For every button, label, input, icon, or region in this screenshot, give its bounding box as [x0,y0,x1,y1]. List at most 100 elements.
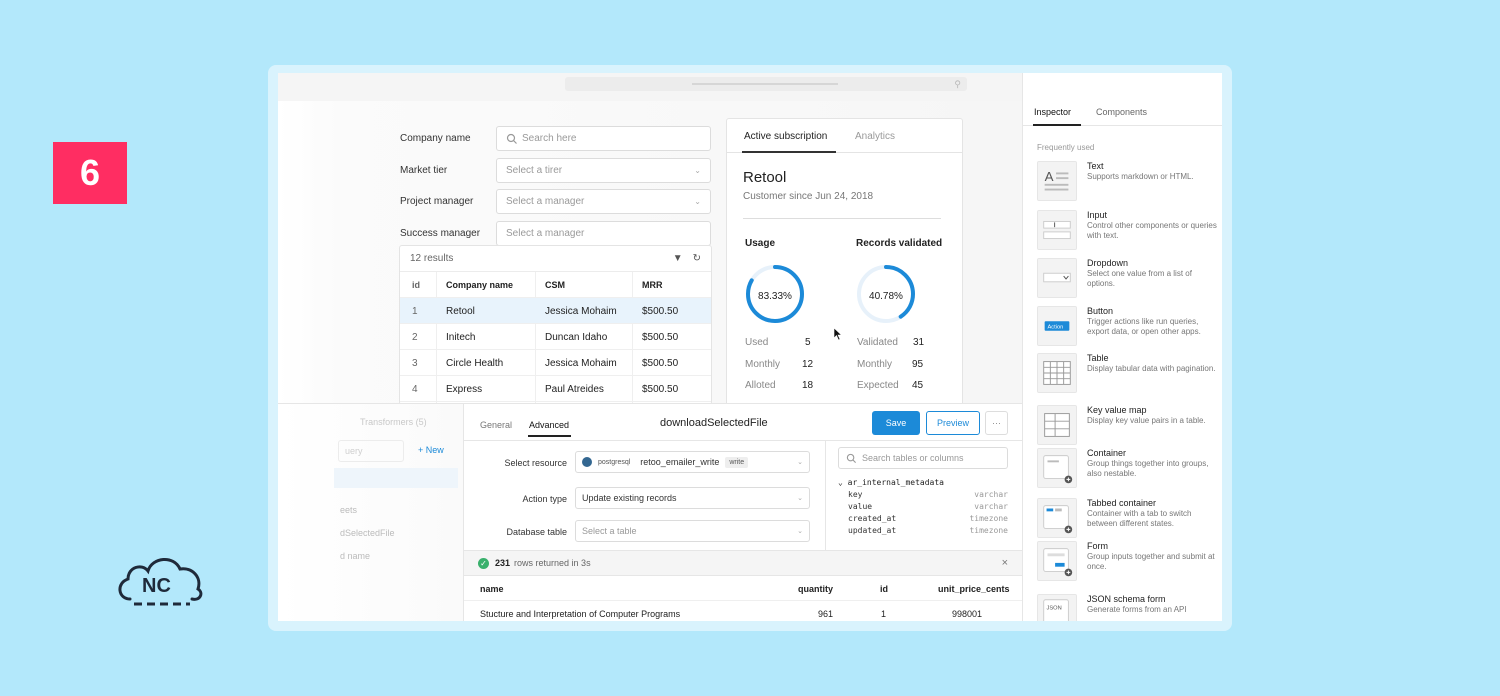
filter-icon[interactable]: ▼ [673,253,683,264]
cell-csm: Paul Atreides [545,384,604,395]
query-panel: Transformers (5) uery + New eets dSelect… [278,403,1022,621]
table-row[interactable]: 1 Retool Jessica Mohaim $500.50 [400,298,711,324]
more-options-button[interactable]: ··· [985,411,1008,435]
component-name: Button [1087,306,1114,316]
subscription-tabs: Active subscription Analytics [727,119,962,153]
text-component-icon: A [1037,161,1077,201]
component-desc: Group things together into groups, also … [1087,459,1209,478]
column-name: value [848,502,873,511]
stat-label: Alloted [745,380,776,391]
close-icon[interactable]: × [1002,557,1008,569]
success-manager-label: Success manager [400,228,481,239]
results-table: 12 results ▼ ↻ id Company name CSM MRR 1… [399,245,712,405]
url-bar[interactable]: ⚲ [565,77,967,91]
save-button[interactable]: Save [872,411,920,435]
stat-value: 31 [913,337,925,348]
resource-select[interactable]: postgresql retoo_emailer_write write ⌄ [575,451,810,473]
tab-advanced[interactable]: Advanced [529,420,569,430]
schema-search-placeholder: Search tables or columns [862,453,964,463]
query-list-item[interactable]: dSelectedFile [340,528,395,538]
selected-query-highlight[interactable] [334,468,458,488]
result-cell: Stucture and Interpretation of Computer … [480,609,681,619]
chevron-down-icon: ⌄ [694,166,701,175]
chevron-down-icon: ⌄ [694,197,701,206]
component-name: Container [1087,448,1127,458]
key-value-map-icon [1037,405,1077,445]
cell-company: Retool [446,306,475,317]
schema-column[interactable]: value varchar [838,502,1008,514]
result-cell: 998001 [952,609,983,619]
new-query-button[interactable]: + New [418,445,444,455]
table-row[interactable]: 2 Initech Duncan Idaho $500.50 [400,324,711,350]
column-header[interactable]: CSM [545,280,565,290]
tab-inspector[interactable]: Inspector [1034,107,1071,117]
table-header-row: id Company name CSM MRR [400,272,711,298]
component-button[interactable]: Action Button Trigger actions like run q… [1037,306,1217,350]
query-list-item[interactable]: d name [340,551,370,561]
component-form[interactable]: Form Group inputs together and submit at… [1037,541,1217,585]
result-cell: 1 [881,609,887,619]
tab-general[interactable]: General [480,420,512,430]
success-manager-select[interactable]: Select a manager [496,221,711,246]
database-table-label: Database table [506,527,567,537]
tab-components[interactable]: Components [1096,107,1147,117]
result-column-header[interactable]: name [480,584,504,594]
dropdown-component-icon [1037,258,1077,298]
stat-label: Monthly [745,359,781,370]
component-name: Input [1087,210,1108,220]
button-component-icon: Action [1037,306,1077,346]
transformers-title[interactable]: Transformers (5) [360,417,427,427]
market-tier-select[interactable]: Select a tirer ⌄ [496,158,711,183]
result-cell: 961 [818,609,834,619]
component-table[interactable]: Table Display tabular data with paginati… [1037,353,1217,397]
action-type-select[interactable]: Update existing records ⌄ [575,487,810,509]
result-column-header[interactable]: quantity [798,584,833,594]
action-type-label: Action type [522,494,567,504]
column-type: timezone [969,514,1008,523]
cell-mrr: $500.50 [642,332,679,343]
schema-table[interactable]: ⌄ ar_internal_metadata [838,478,1008,487]
logo-text: NC [142,575,171,597]
component-input[interactable]: Input Control other components or querie… [1037,210,1217,254]
schema-table-name: ar_internal_metadata [847,478,944,487]
tab-active-subscription[interactable]: Active subscription [744,131,827,142]
schema-search-input[interactable]: Search tables or columns [838,447,1008,469]
result-column-header[interactable]: id [880,584,888,594]
component-key-value-map[interactable]: Key value map Display key value pairs in… [1037,405,1217,449]
company-name-label: Company name [400,133,471,144]
chevron-down-icon: ⌄ [797,528,803,535]
result-row[interactable]: Stucture and Interpretation of Computer … [464,601,1022,621]
component-dropdown[interactable]: Dropdown Select one value from a list of… [1037,258,1217,302]
cell-mrr: $500.50 [642,358,679,369]
results-header-row: name quantity id unit_price_cents [464,576,1022,601]
component-name: Tabbed container [1087,498,1157,508]
component-tabbed-container[interactable]: Tabbed container Container with a tab to… [1037,498,1217,542]
preview-button[interactable]: Preview [926,411,980,435]
query-list-item[interactable]: eets [340,505,357,515]
table-row[interactable]: 4 Express Paul Atreides $500.50 [400,376,711,402]
column-header[interactable]: Company name [446,280,513,290]
column-name: updated_at [848,526,897,535]
input-component-icon [1037,210,1077,250]
database-table-placeholder: Select a table [582,526,637,536]
company-name-search-input[interactable]: Search here [496,126,711,151]
schema-column[interactable]: created_at timezone [838,514,1008,526]
tab-analytics[interactable]: Analytics [855,131,895,142]
component-desc: Select one value from a list of options. [1087,269,1192,288]
column-header[interactable]: MRR [642,280,663,290]
schema-column[interactable]: key varchar [838,490,1008,502]
stat-label: Expected [857,380,899,391]
refresh-icon[interactable]: ↻ [693,253,701,264]
query-list-panel: Transformers (5) uery + New eets dSelect… [278,404,464,621]
component-json-schema-form[interactable]: JSON JSON schema form Generate forms fro… [1037,594,1217,621]
schema-column[interactable]: updated_at timezone [838,526,1008,538]
project-manager-select[interactable]: Select a manager ⌄ [496,189,711,214]
table-row[interactable]: 3 Circle Health Jessica Mohaim $500.50 [400,350,711,376]
query-search-input[interactable]: uery [338,440,404,462]
search-icon [846,453,857,463]
database-table-select[interactable]: Select a table ⌄ [575,520,810,542]
component-text[interactable]: A Text Supports markdown or HTML. [1037,161,1217,205]
component-container[interactable]: Container Group things together into gro… [1037,448,1217,492]
column-header[interactable]: id [412,280,420,290]
result-column-header[interactable]: unit_price_cents [938,584,1010,594]
